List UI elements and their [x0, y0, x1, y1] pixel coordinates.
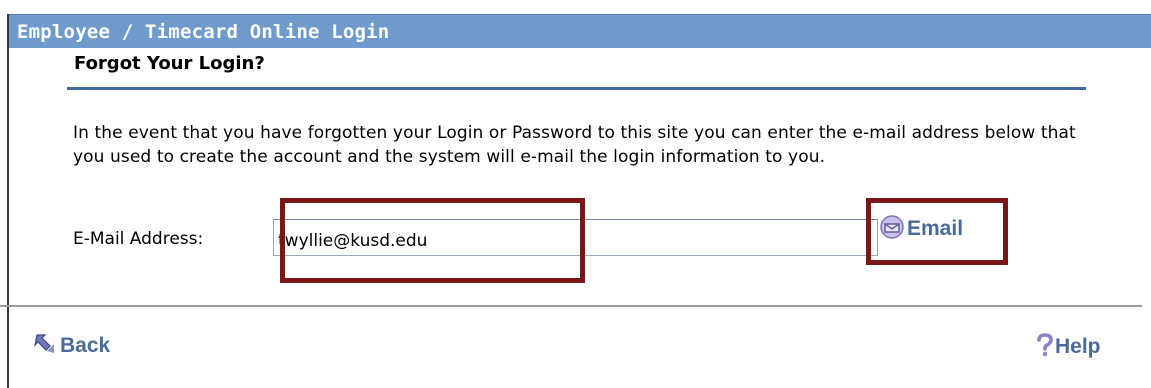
question-mark-icon: [1036, 333, 1054, 361]
help-button[interactable]: Help: [1036, 333, 1101, 361]
heading-divider: [67, 87, 1086, 90]
page-title: Forgot Your Login?: [74, 53, 265, 74]
email-button-highlight-box: [866, 198, 1008, 265]
help-button-label: Help: [1055, 335, 1101, 358]
input-highlight-box: [280, 198, 585, 283]
footer-divider: [0, 305, 1142, 307]
back-button[interactable]: Back: [34, 333, 110, 359]
back-button-label: Back: [60, 334, 111, 357]
back-arrow-icon: [34, 333, 56, 359]
instructions-text: In the event that you have forgotten you…: [73, 123, 1076, 167]
title-bar: Employee / Timecard Online Login: [9, 14, 1151, 48]
email-field-label: E-Mail Address:: [73, 229, 204, 249]
window-title: Employee / Timecard Online Login: [17, 21, 390, 43]
